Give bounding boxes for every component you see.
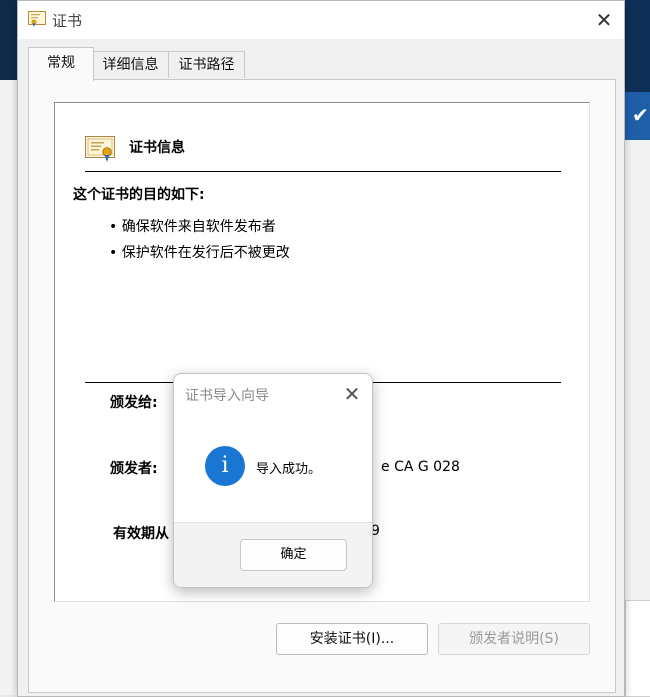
certificate-window: 证书 ✕ 常规 详细信息 证书路径 证书信息 这个证书的目的如下: • 确保软件…	[17, 0, 625, 697]
purpose-title: 这个证书的目的如下:	[73, 187, 205, 203]
dialog-close-button[interactable]: ✕	[340, 382, 364, 406]
purpose-item: • 确保软件来自软件发布者	[109, 219, 276, 235]
divider	[85, 171, 561, 172]
issued-by-value: e CA G 028	[381, 459, 460, 475]
ok-button[interactable]: 确定	[240, 539, 347, 571]
close-button[interactable]: ✕	[592, 8, 616, 32]
title-bar: 证书 ✕	[18, 1, 624, 39]
dialog-title: 证书导入向导	[185, 388, 269, 404]
certificate-icon	[28, 11, 46, 27]
purpose-item: • 保护软件在发行后不被更改	[109, 245, 290, 261]
install-certificate-button[interactable]: 安装证书(I)...	[276, 623, 428, 655]
certificate-icon	[85, 136, 115, 162]
window-title: 证书	[52, 12, 83, 30]
background-panel	[625, 600, 650, 697]
dialog-message: 导入成功。	[256, 462, 322, 477]
certificate-info-heading: 证书信息	[129, 140, 185, 156]
import-success-dialog: 证书导入向导 ✕ i 导入成功。 确定	[173, 373, 373, 588]
tab-details[interactable]: 详细信息	[92, 51, 169, 78]
issued-to-label: 颁发给:	[110, 395, 158, 411]
issuer-statement-button[interactable]: 颁发者说明(S)	[438, 623, 590, 655]
checkmark-icon: ✔	[632, 103, 649, 127]
valid-from-label: 有效期从	[113, 526, 169, 542]
info-icon: i	[205, 446, 245, 486]
tab-general[interactable]: 常规	[28, 47, 94, 81]
tab-certification-path[interactable]: 证书路径	[168, 51, 245, 78]
issued-by-label: 颁发者:	[110, 461, 158, 477]
dialog-footer: 确定	[174, 522, 372, 587]
